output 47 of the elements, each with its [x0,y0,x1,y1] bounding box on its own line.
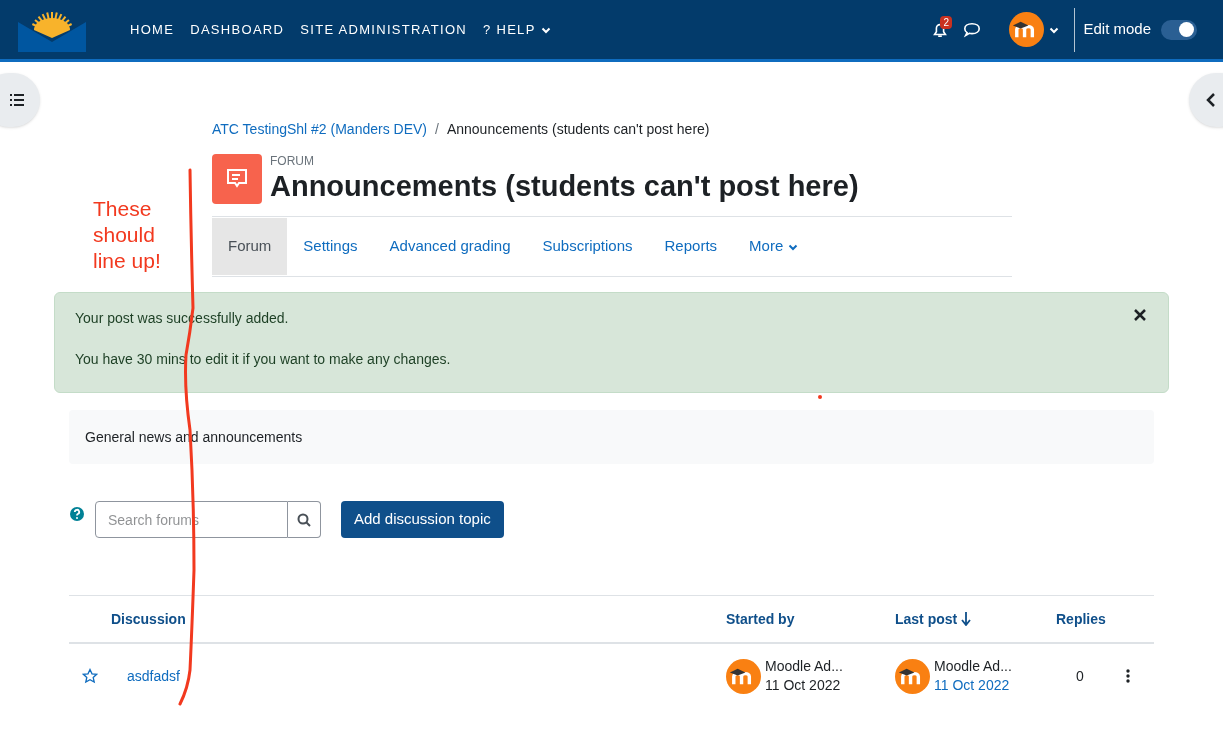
author-name: Moodle Ad... [934,657,1012,676]
nav-tab[interactable]: Subscriptions [526,218,649,275]
edit-mode-label: Edit mode [1083,19,1151,40]
add-discussion-button[interactable]: Add discussion topic [341,501,504,538]
chevron-left-icon [1205,93,1217,107]
avatar-icon [1009,12,1045,47]
user-menu-button[interactable] [1009,12,1061,47]
nav-tab[interactable]: Advanced grading [373,218,527,275]
column-header[interactable]: Replies [1056,608,1116,630]
avatar-icon [895,658,930,694]
search-button[interactable] [288,501,321,538]
more-options-icon[interactable] [1126,669,1130,683]
star-icon[interactable] [82,668,98,684]
nav-link[interactable]: SITE ADMINISTRATION [300,19,467,40]
nav-tab[interactable]: Reports [648,218,734,275]
chat-bubble-icon[interactable] [963,20,982,39]
nav-link[interactable]: ? HELP [483,19,552,40]
replies-count: 0 [1076,666,1085,686]
breadcrumb-current: Announcements (students can't post here) [446,120,710,139]
post-date: 11 Oct 2022 [765,676,842,695]
nav-link[interactable]: HOME [130,19,175,40]
author-name: Moodle Ad... [765,657,843,676]
list-icon [10,94,24,106]
annotation-dot [818,395,822,399]
nav-tab[interactable]: More [733,218,816,275]
close-icon [1134,309,1146,321]
discussion-link[interactable]: asdfadsf [127,665,726,687]
annotation-text: These should line up! [93,196,162,274]
breadcrumb-separator: / [435,120,439,139]
breadcrumb-link[interactable]: ATC TestingShl #2 (Manders DEV) [212,119,427,140]
nav-tab[interactable]: Forum [212,218,288,275]
avatar-icon [726,658,761,694]
notification-button[interactable]: 2 [931,20,950,39]
column-header[interactable]: Last post [895,608,1056,630]
last-post-date-link[interactable]: 11 Oct 2022 [934,676,1012,695]
edit-mode-toggle[interactable] [1161,19,1197,40]
nav-tab[interactable]: Settings [287,218,374,275]
notification-count: 2 [940,15,952,29]
close-button[interactable] [1134,309,1146,321]
column-header[interactable]: Started by [726,608,895,630]
help-icon[interactable] [69,505,85,522]
activity-type-label: FORUM [270,154,315,168]
page-title: Announcements (students can't post here) [270,169,859,204]
column-header[interactable]: Discussion [111,608,726,630]
nav-link[interactable]: DASHBOARD [190,19,285,40]
forum-icon [212,154,262,204]
search-icon [297,512,311,527]
